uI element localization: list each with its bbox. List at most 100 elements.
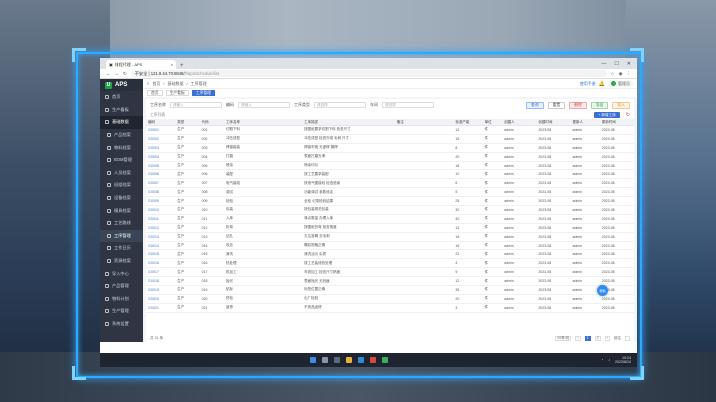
start-icon[interactable]: [310, 357, 316, 363]
reset-button[interactable]: 重置: [547, 101, 566, 109]
table-row[interactable]: GX002 生产 002 冲压成型 冲压成型 检查外观 毛刺 尺寸 15 件 admin 202…: [146, 134, 634, 144]
table-row[interactable]: GX005 生产 005 喷涂 喷涂均匀 18 件 admin 2023-08 admin 2023…: [146, 161, 634, 171]
table-cell[interactable]: GX009: [146, 196, 176, 207]
wechat-icon[interactable]: [382, 357, 388, 363]
table-cell[interactable]: GX021: [146, 303, 176, 313]
sidebar-item-3[interactable]: 产品档案: [100, 129, 143, 142]
table-row[interactable]: GX010 生产 010 包装 按包装规范包装 30 件 admin 2023-08 admin 2…: [146, 205, 634, 215]
page-tab-home[interactable]: 首页: [147, 90, 163, 96]
delete-button[interactable]: 删除: [569, 101, 587, 109]
table-row[interactable]: GX019 生产 019 贴标 标签位置正确 35 件 admin 2023-08 admin 20…: [146, 285, 634, 295]
table-row[interactable]: GX020 生产 020 终检 出厂检验 20 件 admin 2023-08 admin 2023…: [146, 294, 634, 304]
help-fab-button[interactable]: 帮助: [597, 285, 608, 296]
table-cell[interactable]: GX014: [146, 241, 176, 251]
table-cell[interactable]: GX007: [146, 178, 176, 189]
table-cell[interactable]: GX004: [146, 152, 176, 162]
table-cell[interactable]: GX010: [146, 205, 176, 215]
goto-page-input[interactable]: [625, 335, 630, 341]
sidebar-item-11[interactable]: 工序管理: [100, 229, 143, 243]
sidebar-item-5[interactable]: BOM管理: [100, 154, 143, 167]
clock[interactable]: 10:24 2023/8/24: [615, 356, 631, 364]
edge-icon[interactable]: [358, 357, 364, 363]
table-row[interactable]: GX015 生产 015 清洗 清洗油污 杂质 22 件 admin 2023-08 admin 2…: [146, 249, 634, 260]
table-row[interactable]: GX021 生产 021 返修 不良品返修 3 件 admin 2023-08 admin 2023…: [146, 303, 634, 313]
sidebar-item-8[interactable]: 设备档案: [100, 192, 143, 205]
table-cell[interactable]: GX006: [146, 169, 176, 180]
sidebar-item-14[interactable]: 导入中心: [100, 267, 143, 280]
table-cell[interactable]: GX013: [146, 232, 176, 242]
table-cell[interactable]: GX017: [146, 267, 176, 278]
sidebar-item-16[interactable]: 物料计划: [100, 293, 143, 306]
bell-icon[interactable]: 🔔: [599, 81, 605, 87]
page-button-2[interactable]: 2: [594, 335, 601, 341]
new-tab-icon[interactable]: +: [180, 63, 184, 69]
add-process-button[interactable]: + 新增工序: [594, 112, 620, 118]
user-menu[interactable]: 管理员: [608, 80, 633, 87]
reload-icon[interactable]: ↻: [123, 71, 127, 77]
sidebar-item-13[interactable]: 资源档案: [100, 255, 143, 268]
table-cell[interactable]: GX016: [146, 258, 176, 269]
table-row[interactable]: GX003 生产 003 焊接组装 焊接牢固 无虚焊 漏焊 8 件 admin 2023-08 a…: [146, 143, 634, 153]
type-filter-select[interactable]: 请选择: [314, 102, 366, 108]
table-cell[interactable]: GX012: [146, 223, 176, 233]
table-row[interactable]: GX006 生产 006 装配 按工艺要求装配 10 件 admin 2023-08 admin 2…: [146, 169, 634, 180]
collapse-menu-icon[interactable]: ≡: [147, 81, 149, 86]
chrome-icon[interactable]: [370, 357, 376, 363]
menu-icon[interactable]: ⋮: [627, 71, 632, 77]
dept-filter-select[interactable]: 请选择: [382, 102, 434, 108]
sidebar-item-17[interactable]: 生产管理: [100, 305, 143, 318]
table-row[interactable]: GX016 生产 016 热处理 按工艺曲线热处理 4 件 admin 2023-08 admin…: [146, 258, 634, 269]
table-row[interactable]: GX009 生产 009 检验 全检 记录检验结果 25 件 admin 2023-08 admi…: [146, 196, 634, 207]
page-button-1[interactable]: 1: [584, 335, 591, 341]
table-row[interactable]: GX018 生产 018 抛光 表面抛光 无划痕 12 件 admin 2023-08 admin…: [146, 276, 634, 287]
browser-tab[interactable]: ▣ 排程代理 - APS ×: [106, 60, 176, 69]
wifi-icon[interactable]: ◔: [601, 358, 603, 362]
table-cell[interactable]: GX003: [146, 143, 176, 153]
sidebar-item-7[interactable]: 班组档案: [100, 179, 143, 192]
table-row[interactable]: GX004 生产 004 打磨 表面打磨光滑 20 件 admin 2023-08 admin 20…: [146, 152, 634, 162]
table-row[interactable]: GX001 生产 001 切割下料 按图纸要求切割下料 检查尺寸 12 件 admin 2023…: [146, 125, 634, 135]
close-window-icon[interactable]: ✕: [627, 61, 631, 67]
table-row[interactable]: GX007 生产 007 电气接线 按电气图接线 检查绝缘 6 件 admin 2023-08 a…: [146, 178, 634, 189]
table-row[interactable]: GX013 生产 013 钻孔 孔位准确 去毛刺 16 件 admin 2023-08 admin…: [146, 232, 634, 242]
explorer-icon[interactable]: [346, 357, 352, 363]
page-tab-process[interactable]: 工序管理: [191, 90, 215, 96]
table-cell[interactable]: GX011: [146, 214, 176, 224]
manual-link[interactable]: 使用手册: [580, 81, 596, 87]
close-tab-icon[interactable]: ×: [171, 62, 173, 67]
prev-page-icon[interactable]: ‹: [575, 335, 581, 341]
breadcrumb-1[interactable]: 首页: [152, 81, 160, 87]
breadcrumb-2[interactable]: 基础数据: [167, 81, 183, 87]
table-cell[interactable]: GX018: [146, 276, 176, 287]
volume-icon[interactable]: ♪: [608, 358, 610, 362]
search-button[interactable]: 查询: [526, 101, 544, 109]
minimize-icon[interactable]: —: [601, 61, 606, 67]
sidebar-item-9[interactable]: 模具档案: [100, 204, 143, 217]
table-row[interactable]: GX017 生产 017 机加工 车铣加工 检查尺寸精度 9 件 admin 2023-08 ad…: [146, 267, 634, 278]
export-button[interactable]: 导出: [590, 101, 609, 109]
table-row[interactable]: GX012 生产 012 折弯 按图纸折弯 检查角度 14 件 admin 2023-08 adm…: [146, 223, 634, 233]
refresh-icon[interactable]: ↻: [626, 112, 630, 118]
forward-icon[interactable]: →: [115, 71, 120, 76]
table-cell[interactable]: GX020: [146, 294, 176, 304]
page-size-select[interactable]: 20条/页: [555, 335, 572, 341]
name-filter-input[interactable]: 请输入: [170, 102, 222, 108]
sidebar-item-2[interactable]: 基础数据: [100, 116, 143, 129]
table-cell[interactable]: GX015: [146, 249, 176, 260]
table-row[interactable]: GX008 生产 008 调试 功能调试 参数设定 5 件 admin 2023-08 admin…: [146, 187, 634, 198]
table-cell[interactable]: GX019: [146, 285, 176, 295]
sidebar-item-10[interactable]: 工艺路线: [100, 217, 143, 230]
table-cell[interactable]: GX008: [146, 187, 176, 198]
sidebar-item-1[interactable]: 生产看板: [100, 104, 143, 117]
sidebar-item-0[interactable]: 首页: [100, 91, 143, 104]
star-icon[interactable]: ☆: [611, 71, 615, 77]
code-filter-input[interactable]: 请输入: [238, 102, 290, 108]
table-cell[interactable]: GX002: [146, 134, 176, 144]
table-row[interactable]: GX011 生产 011 入库 清点数量 办理入库 40 件 admin 2023-08 admi…: [146, 214, 634, 224]
page-tab-board[interactable]: 生产看板: [165, 90, 189, 96]
table-row[interactable]: GX014 生产 014 攻丝 螺纹规格正确 16 件 admin 2023-08 admin 20…: [146, 241, 634, 251]
maximize-icon[interactable]: ☐: [614, 61, 618, 67]
sidebar-item-18[interactable]: 系统设置: [100, 318, 143, 331]
sidebar-item-15[interactable]: 产品管理: [100, 280, 143, 293]
back-icon[interactable]: ←: [106, 71, 111, 76]
